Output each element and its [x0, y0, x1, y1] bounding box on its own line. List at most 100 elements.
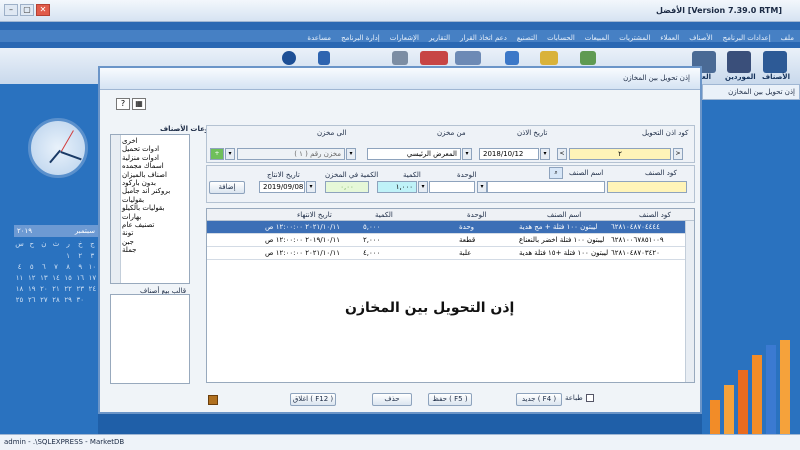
help-icon[interactable]	[282, 51, 296, 65]
delete-button[interactable]: حذف	[372, 393, 412, 406]
doc-code-field[interactable]: ٢	[569, 148, 671, 160]
money-icon[interactable]	[580, 51, 596, 65]
menu-item[interactable]: الأصناف	[689, 34, 712, 42]
category-item[interactable]: بقوليات بالكيلو	[122, 204, 186, 212]
menu-item[interactable]: مساعدة	[307, 34, 331, 42]
calendar-year[interactable]: ٢٠١٩	[17, 225, 32, 237]
menu-item[interactable]: إعدادات البرنامج	[723, 34, 771, 42]
calendar-day[interactable]: ٣	[87, 251, 98, 261]
calendar-day[interactable]: ١٦	[75, 273, 86, 283]
calendar-day[interactable]: ٨	[63, 262, 74, 272]
menu-item[interactable]: العملاء	[660, 34, 679, 42]
close-button[interactable]: اغلاق ( F12 )	[290, 393, 336, 406]
calendar-day[interactable]: ٢٩	[63, 295, 74, 305]
calendar-day[interactable]: ٧	[50, 262, 61, 272]
category-item[interactable]: بدون باركود	[122, 179, 186, 187]
category-item[interactable]: جملة	[122, 246, 186, 254]
category-item[interactable]: اخرى	[122, 137, 186, 145]
item-code-field[interactable]	[607, 181, 687, 193]
col-unit[interactable]: الوحدة	[467, 211, 486, 219]
date-dropdown-button[interactable]: ▾	[540, 148, 550, 160]
menu-item[interactable]: الإشعارات	[390, 34, 419, 42]
menu-item[interactable]: التصنيع	[517, 34, 537, 42]
category-item[interactable]: بروكنر اند جامبل	[122, 187, 186, 195]
menu-item[interactable]: الحسابات	[547, 34, 575, 42]
category-item[interactable]: تصنيف عام	[122, 221, 186, 229]
save-button[interactable]: حفظ ( F5 )	[428, 393, 472, 406]
category-item[interactable]: بقوليات	[122, 196, 186, 204]
menu-item[interactable]: إدارة البرنامج	[341, 34, 380, 42]
calendar-day[interactable]: ١٨	[14, 284, 25, 294]
calendar-day[interactable]: ١٥	[63, 273, 74, 283]
category-item[interactable]: ادوات منزلية	[122, 154, 186, 162]
calendar-month[interactable]: سبتمبر	[75, 225, 95, 237]
calendar-day[interactable]: ٢٢	[63, 284, 74, 294]
calendar-day[interactable]: ٦	[38, 262, 49, 272]
toolbar-items-icon[interactable]	[763, 51, 787, 73]
calendar-day[interactable]: ٢٣	[75, 284, 86, 294]
toolbar-suppliers-icon[interactable]	[727, 51, 751, 73]
calendar-day[interactable]: ٢٠	[38, 284, 49, 294]
transfer-icon[interactable]	[505, 51, 519, 65]
help-question-icon[interactable]: ?	[116, 98, 130, 110]
table-row[interactable]: ٦٢٨١٠٠٦٧٨٥١٠٠٩ ليبتون ١٠٠ فتلة اخضر بالنع…	[207, 234, 694, 247]
menu-item[interactable]: المبيعات	[585, 34, 609, 42]
scale-icon[interactable]	[392, 51, 408, 65]
new-button[interactable]: جديد ( F4 )	[516, 393, 562, 406]
invoice-icon[interactable]	[540, 51, 558, 65]
calendar-day[interactable]: ٢	[75, 251, 86, 261]
production-date-field[interactable]: 2019/09/08	[259, 181, 305, 193]
calendar-day[interactable]: ١٧	[87, 273, 98, 283]
table-row[interactable]: ٦٢٨١٠٤٨٧٠٣٤٢٠ ليبتون ١٠٠ فتلة +١٥ فتلة هد…	[207, 247, 694, 260]
calendar-day[interactable]: ٣٠	[75, 295, 86, 305]
docs-icon[interactable]	[455, 51, 481, 65]
from-store-field[interactable]: المعرض الرئيسي	[367, 148, 461, 160]
col-qty[interactable]: الكمية	[375, 211, 393, 219]
calendar-day[interactable]: ٥	[26, 262, 37, 272]
chart-icon[interactable]	[318, 51, 330, 65]
unit-dropdown-button[interactable]: ▾	[418, 181, 428, 193]
grid-scrollbar[interactable]	[685, 221, 694, 382]
from-store-dropdown-button[interactable]: ▾	[462, 148, 472, 160]
calendar-day[interactable]: ٩	[75, 262, 86, 272]
template-box[interactable]	[110, 294, 190, 384]
add-item-button[interactable]: إضافة	[209, 181, 245, 194]
quantity-field[interactable]: ١,٠٠٠	[377, 181, 417, 193]
category-item[interactable]: اسماك مجمده	[122, 162, 186, 170]
category-item[interactable]: جبن	[122, 238, 186, 246]
category-item[interactable]: اصناف بالميزان	[122, 171, 186, 179]
to-store-dropdown-button[interactable]: ▾	[346, 148, 356, 160]
col-name[interactable]: اسم الصنف	[547, 211, 581, 219]
category-item[interactable]: تونة	[122, 229, 186, 237]
print-checkbox[interactable]	[586, 394, 594, 402]
calendar-day[interactable]: ٢٧	[38, 295, 49, 305]
menu-item[interactable]: المشتريات	[619, 34, 650, 42]
barcode-icon[interactable]	[420, 51, 448, 65]
menu-item[interactable]: التقارير	[429, 34, 450, 42]
menu-item[interactable]: ملف	[781, 34, 794, 42]
category-item[interactable]: بهارات	[122, 213, 186, 221]
menu-item[interactable]: دعم اتخاذ القرار	[460, 34, 507, 42]
col-code[interactable]: كود الصنف	[639, 211, 671, 219]
to-store-field[interactable]: مخزن رقم ( ١ )	[237, 148, 345, 160]
calendar-day[interactable]: ١٩	[26, 284, 37, 294]
col-expiry[interactable]: تاريخ الانتهاء	[297, 211, 332, 219]
production-date-dropdown-button[interactable]: ▾	[306, 181, 316, 193]
item-name-field[interactable]	[487, 181, 605, 193]
calendar-day[interactable]: ٢٥	[14, 295, 25, 305]
date-field[interactable]: 2018/10/12	[479, 148, 539, 160]
minimize-icon[interactable]: –	[4, 4, 18, 16]
item-name-dropdown-button[interactable]: ▾	[477, 181, 487, 193]
open-window-tab[interactable]: إذن تحويل بين المخازن	[702, 84, 800, 100]
calendar-day[interactable]: ٢٨	[50, 295, 61, 305]
calendar-day[interactable]: ١٢	[26, 273, 37, 283]
categories-scrollbar[interactable]	[111, 135, 121, 283]
table-row[interactable]: ٦٢٨١٠٤٨٧٠٤٤٤٤ ليبتون ١٠٠ فتلة + مج هدية وح…	[207, 221, 694, 234]
calendar-day[interactable]: ٢٦	[26, 295, 37, 305]
close-icon[interactable]: ✕	[36, 4, 50, 16]
calendar-day[interactable]: ١٣	[38, 273, 49, 283]
calendar-day[interactable]: ٢١	[50, 284, 61, 294]
item-search-button[interactable]: ⌕	[549, 167, 563, 179]
clapper-icon[interactable]: ▦	[132, 98, 146, 110]
prev-doc-button[interactable]: <	[557, 148, 567, 160]
